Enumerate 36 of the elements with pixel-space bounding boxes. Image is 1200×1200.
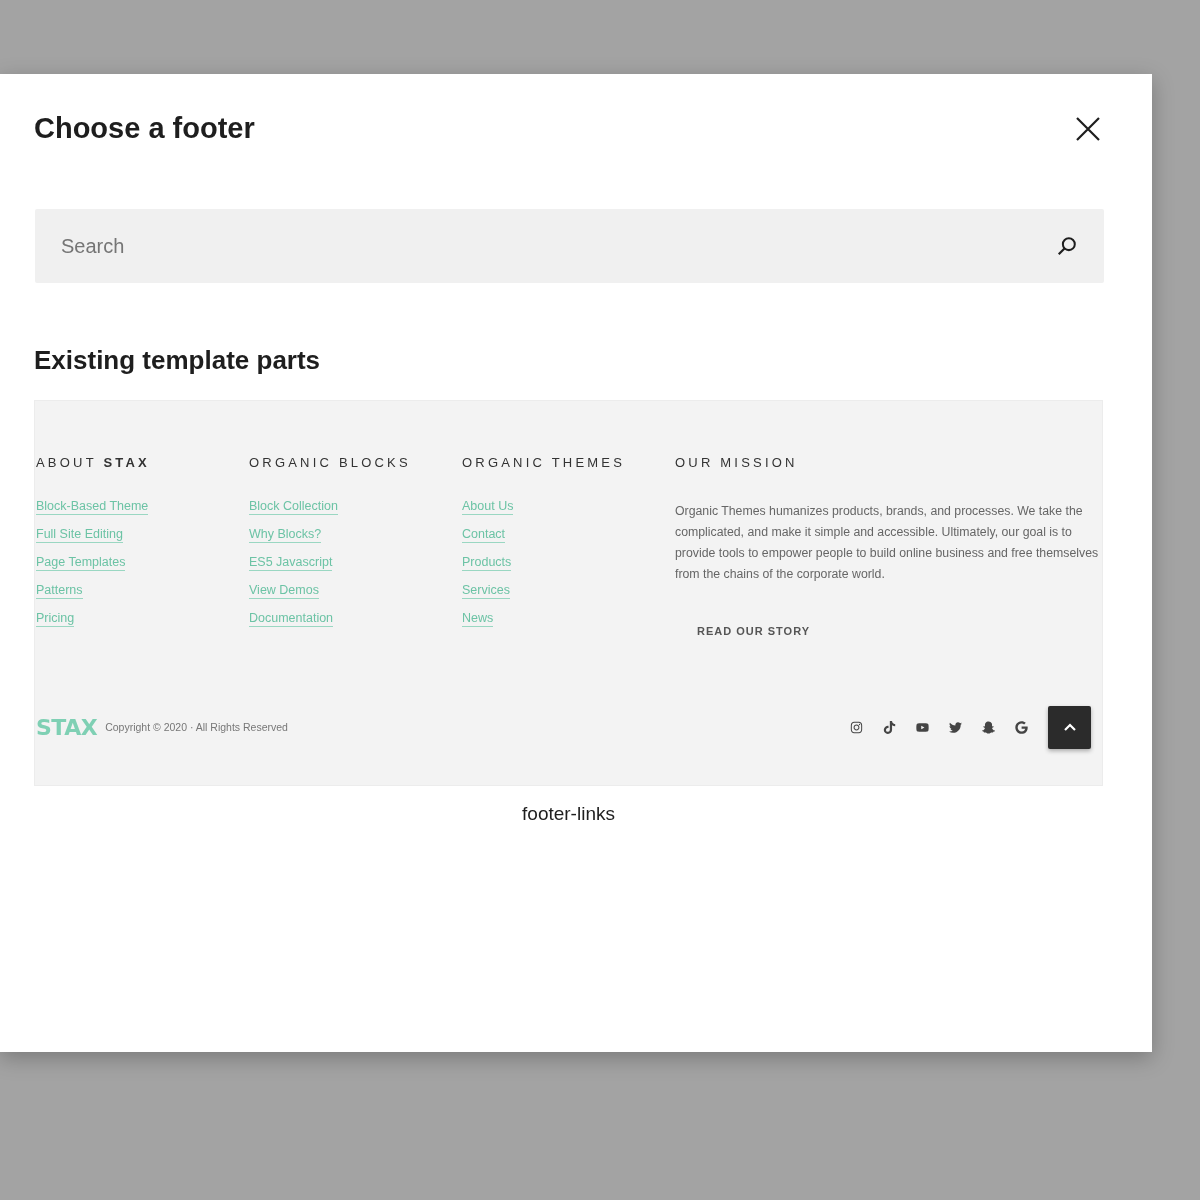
column-heading: ORGANIC BLOCKS bbox=[249, 455, 411, 470]
mission-text: Organic Themes humanizes products, brands, and processes. We take the complicated, and make it simple and accessible. Ultimately, our goal is to provide tools to empower people to build online business and free themselves from the chains of the corporate world. bbox=[675, 503, 1099, 583]
instagram-icon[interactable] bbox=[850, 720, 863, 734]
snapchat-icon[interactable] bbox=[982, 720, 995, 734]
footer-link[interactable]: Contact bbox=[462, 526, 506, 543]
twitter-icon[interactable] bbox=[949, 720, 962, 734]
column-heading: ORGANIC THEMES bbox=[462, 455, 626, 470]
footer-link[interactable]: Documentation bbox=[249, 610, 334, 627]
search-field[interactable]: Search bbox=[35, 209, 1104, 283]
logo: STAX bbox=[36, 714, 98, 740]
section-heading: Existing template parts bbox=[34, 345, 322, 376]
footer-link[interactable]: News bbox=[462, 610, 494, 627]
dialog-title: Choose a footer bbox=[34, 112, 255, 145]
google-icon[interactable] bbox=[1015, 720, 1028, 734]
footer-link[interactable]: Block-Based Theme bbox=[36, 498, 149, 515]
footer-link[interactable]: Full Site Editing bbox=[36, 526, 123, 543]
footer-link[interactable]: ES5 Javascript bbox=[249, 554, 333, 571]
footer-link[interactable]: Services bbox=[462, 582, 510, 599]
footer-link[interactable]: Block Collection bbox=[249, 498, 338, 515]
youtube-icon[interactable] bbox=[916, 720, 929, 734]
footer-link[interactable]: About Us bbox=[462, 498, 514, 515]
close-icon bbox=[1075, 115, 1101, 142]
footer-link[interactable]: Why Blocks? bbox=[249, 526, 322, 543]
tiktok-icon[interactable] bbox=[883, 720, 896, 734]
footer-link[interactable]: Page Templates bbox=[36, 554, 126, 571]
template-name: footer-links bbox=[521, 803, 616, 825]
footer-link[interactable]: Products bbox=[462, 554, 512, 571]
column-heading: ABOUT STAX bbox=[36, 455, 150, 470]
back-to-top-button[interactable] bbox=[1048, 705, 1091, 749]
search-icon bbox=[1056, 235, 1078, 257]
footer-link[interactable]: Pricing bbox=[36, 610, 75, 627]
footer-link[interactable]: Patterns bbox=[36, 582, 83, 599]
column-heading: OUR MISSION bbox=[675, 455, 798, 470]
read-story-link[interactable]: READ OUR STORY bbox=[697, 625, 810, 637]
copyright-text: Copyright © 2020 · All Rights Reserved bbox=[105, 721, 288, 733]
footer-link[interactable]: View Demos bbox=[249, 582, 319, 599]
